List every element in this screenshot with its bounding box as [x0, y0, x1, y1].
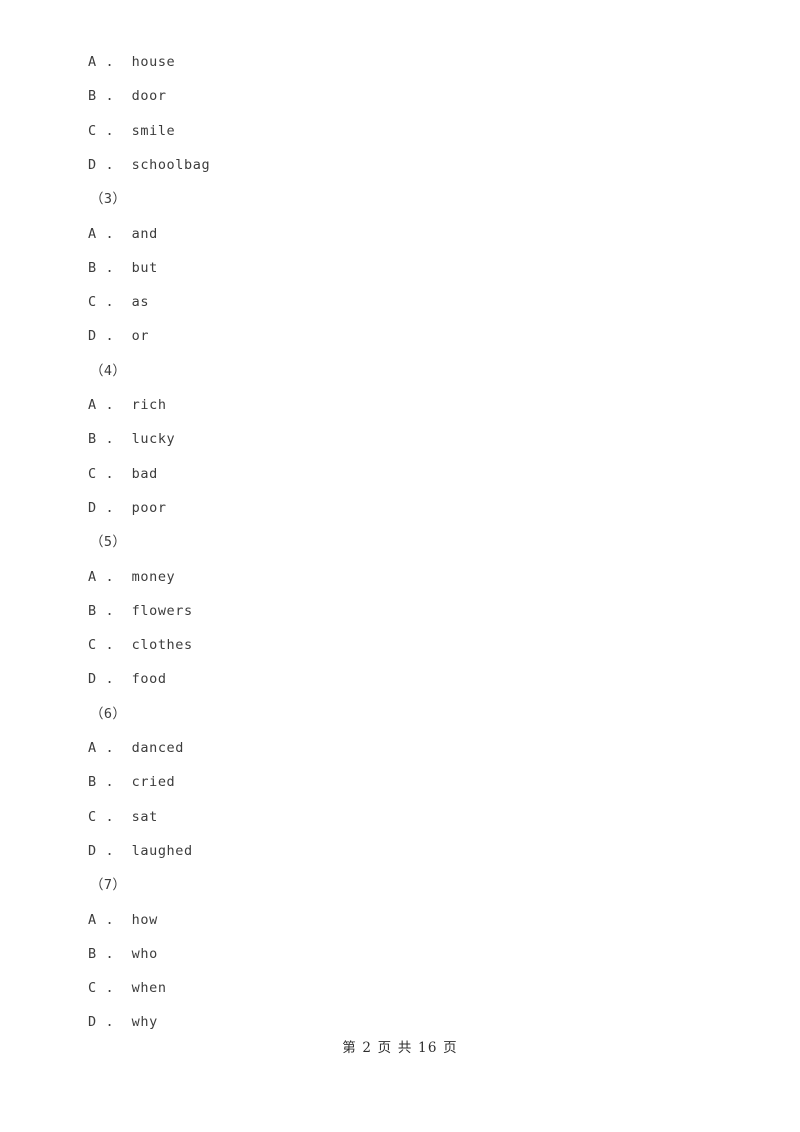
option-line[interactable]: D . poor	[88, 501, 167, 515]
page-footer: 第 2 页 共 16 页	[342, 1040, 458, 1056]
option-line[interactable]: D . why	[88, 1015, 158, 1029]
option-line[interactable]: A . money	[88, 570, 175, 584]
option-line[interactable]: C . smile	[88, 124, 175, 138]
option-line[interactable]: D . food	[88, 672, 167, 686]
option-line[interactable]: C . sat	[88, 810, 158, 824]
option-line[interactable]: A . how	[88, 913, 158, 927]
option-line[interactable]: B . but	[88, 261, 158, 275]
option-line[interactable]: D . laughed	[88, 844, 193, 858]
option-line[interactable]: A . house	[88, 55, 175, 69]
question-number: （5）	[90, 534, 127, 551]
document-page: A . house B . door C . smile D . schoolbag （…	[0, 0, 800, 1132]
option-line[interactable]: C . bad	[88, 467, 158, 481]
option-line[interactable]: A . danced	[88, 741, 184, 755]
option-line[interactable]: B . lucky	[88, 432, 175, 446]
option-line[interactable]: C . when	[88, 981, 167, 995]
option-line[interactable]: B . door	[88, 89, 167, 103]
option-line[interactable]: B . who	[88, 947, 158, 961]
option-line[interactable]: D . or	[88, 329, 149, 343]
option-line[interactable]: B . flowers	[88, 604, 193, 618]
question-number: （7）	[90, 877, 127, 894]
question-number: （3）	[90, 191, 127, 208]
option-line[interactable]: C . as	[88, 295, 149, 309]
option-line[interactable]: B . cried	[88, 775, 175, 789]
option-line[interactable]: A . rich	[88, 398, 167, 412]
option-line[interactable]: A . and	[88, 227, 158, 241]
question-number: （6）	[90, 705, 127, 722]
option-line[interactable]: D . schoolbag	[88, 158, 210, 172]
option-line[interactable]: C . clothes	[88, 638, 193, 652]
question-number: （4）	[90, 362, 127, 379]
